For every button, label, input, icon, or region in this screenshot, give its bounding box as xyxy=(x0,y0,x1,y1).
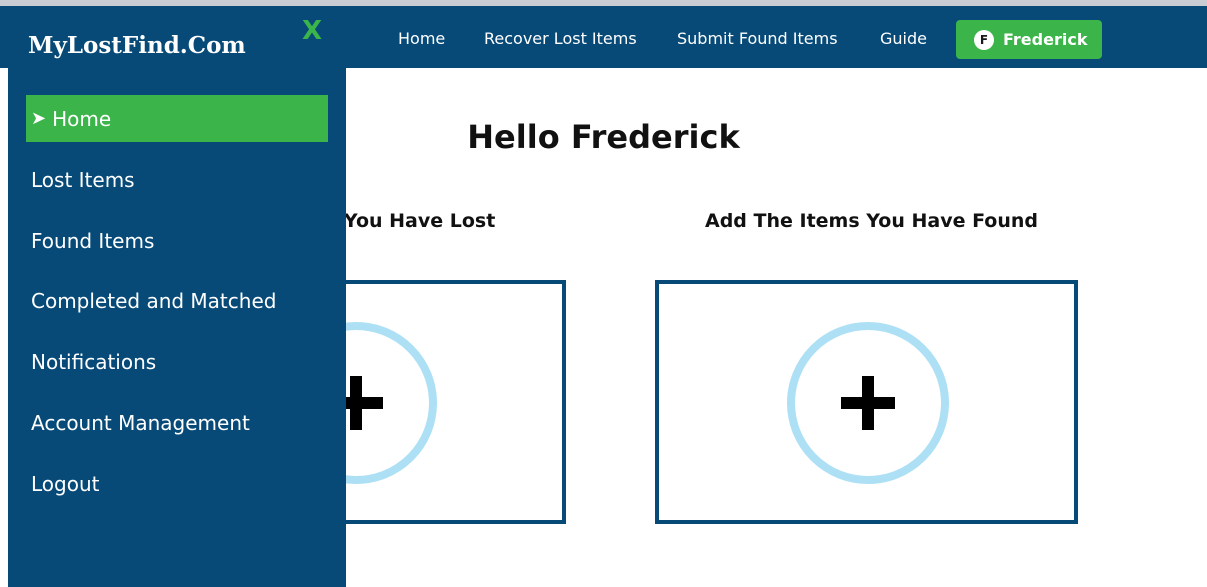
sidebar-item-label: Completed and Matched xyxy=(31,288,277,313)
found-items-label: Add The Items You Have Found xyxy=(705,210,1039,232)
user-name: Frederick xyxy=(1003,30,1088,49)
avatar: F xyxy=(974,29,994,50)
user-menu-button[interactable]: F Frederick xyxy=(956,20,1102,59)
sidebar: MyLostFind.Com X ➤ Home Lost Items Found… xyxy=(8,6,346,587)
sidebar-item-label: Notifications xyxy=(31,349,157,374)
sidebar-item-notifications[interactable]: Notifications xyxy=(26,338,328,385)
nav-submit-found-items[interactable]: Submit Found Items xyxy=(677,29,838,48)
brand-logo[interactable]: MyLostFind.Com xyxy=(28,32,246,59)
close-icon[interactable]: X xyxy=(302,16,322,46)
sidebar-item-logout[interactable]: Logout xyxy=(26,460,328,507)
sidebar-item-label: Logout xyxy=(31,471,100,496)
nav-guide[interactable]: Guide xyxy=(880,29,927,48)
sidebar-item-completed-and-matched[interactable]: Completed and Matched xyxy=(26,277,328,324)
sidebar-item-label: Found Items xyxy=(31,228,155,253)
add-circle xyxy=(787,322,949,484)
sidebar-item-lost-items[interactable]: Lost Items xyxy=(26,156,328,203)
page: Home Recover Lost Items Submit Found Ite… xyxy=(0,0,1207,587)
sidebar-item-home[interactable]: ➤ Home xyxy=(26,95,328,142)
sidebar-item-label: Account Management xyxy=(31,410,250,435)
sidebar-item-account-management[interactable]: Account Management xyxy=(26,399,328,446)
plus-icon xyxy=(841,376,895,430)
sidebar-item-label: Home xyxy=(52,106,112,131)
lost-items-label: s You Have Lost xyxy=(326,210,496,232)
nav-home[interactable]: Home xyxy=(398,29,445,48)
sidebar-item-label: Lost Items xyxy=(31,167,135,192)
nav-recover-lost-items[interactable]: Recover Lost Items xyxy=(484,29,637,48)
arrow-right-icon: ➤ xyxy=(31,108,47,129)
add-found-item-box[interactable] xyxy=(655,280,1078,524)
sidebar-item-found-items[interactable]: Found Items xyxy=(26,217,328,264)
